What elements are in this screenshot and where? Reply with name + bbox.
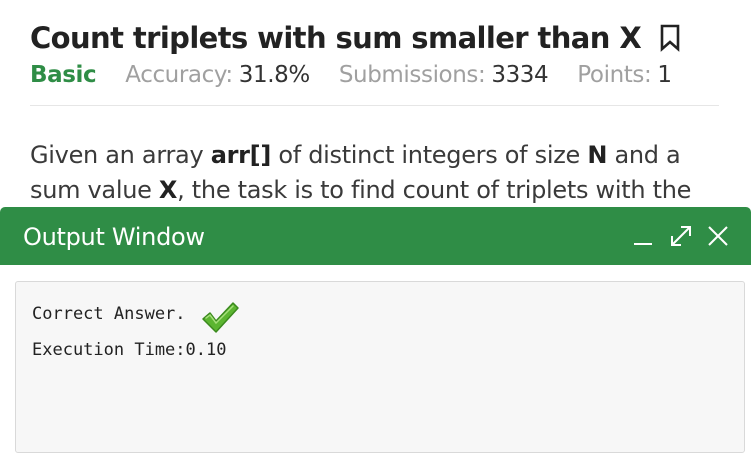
submissions-value: 3334	[491, 62, 549, 88]
desc-n: N	[587, 141, 608, 169]
output-console: Correct Answer. Execution Time:0.10	[15, 281, 745, 453]
divider	[30, 105, 719, 106]
desc-text-2: of distinct integers of size	[271, 141, 588, 169]
output-window-header[interactable]: Output Window	[0, 207, 751, 265]
title-row: Count triplets with sum smaller than X	[30, 16, 681, 60]
problem-description: Given an array arr[] of distinct integer…	[30, 138, 730, 208]
problem-title: Count triplets with sum smaller than X	[30, 21, 642, 55]
output-window: Output Window Correct Answer. Execution …	[0, 207, 751, 453]
output-window-title: Output Window	[23, 223, 205, 251]
submissions-label: Submissions:	[338, 62, 486, 88]
close-icon[interactable]	[705, 223, 731, 249]
bookmark-icon[interactable]	[659, 24, 681, 52]
result-text: Correct Answer.	[32, 304, 186, 324]
desc-x: X	[158, 176, 178, 204]
desc-text-4: , the task is to find count of triplets …	[177, 176, 692, 204]
desc-text-1: Given an array	[30, 141, 211, 169]
submissions-stat: Submissions: 3334	[338, 62, 549, 88]
accuracy-stat: Accuracy: 31.8%	[125, 62, 310, 88]
problem-meta: Basic Accuracy: 31.8% Submissions: 3334 Po…	[30, 58, 701, 92]
minimize-icon[interactable]	[630, 223, 656, 249]
accuracy-value: 31.8%	[238, 62, 310, 88]
checkmark-icon	[200, 300, 240, 336]
expand-icon[interactable]	[668, 223, 694, 249]
accuracy-label: Accuracy:	[125, 62, 233, 88]
problem-panel: Count triplets with sum smaller than X B…	[0, 0, 751, 210]
desc-arr: arr[]	[210, 141, 272, 169]
execution-time: Execution Time:0.10	[32, 340, 227, 360]
difficulty-badge: Basic	[30, 62, 97, 88]
points-label: Points:	[577, 62, 652, 88]
points-stat: Points: 1	[577, 62, 672, 88]
points-value: 1	[657, 62, 672, 88]
